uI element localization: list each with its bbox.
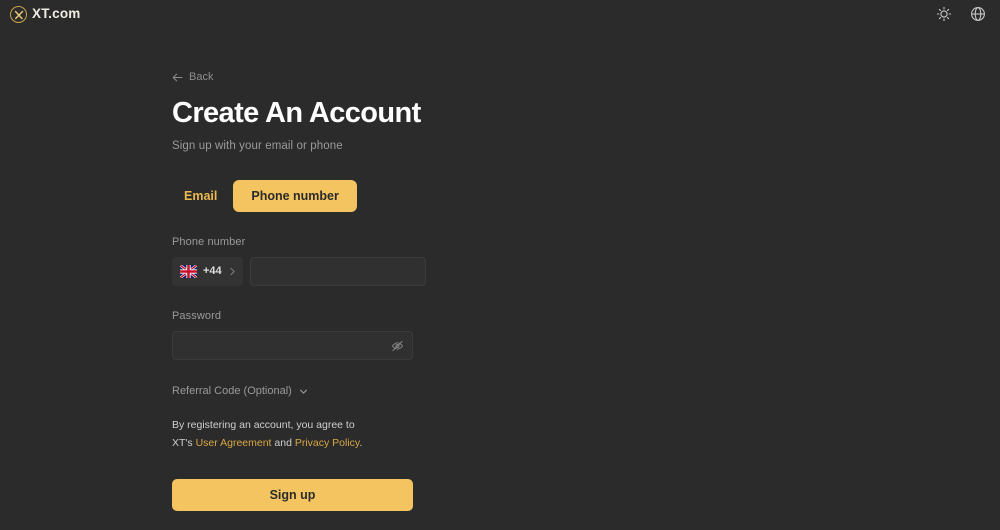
phone-number-row: +44 [172,257,426,287]
terms-suffix: . [359,436,363,449]
referral-code-toggle[interactable]: Referral Code (Optional) [172,385,308,397]
signup-page: Back Create An Account Sign up with your… [0,28,1000,530]
tab-email[interactable]: Email [172,180,229,212]
password-label: Password [172,310,222,323]
brand-logo[interactable]: XT.com [10,5,81,23]
privacy-policy-link[interactable]: Privacy Policy [295,437,360,449]
arrow-left-icon [172,72,183,83]
back-label: Back [189,71,214,83]
signup-form: Back Create An Account Sign up with your… [172,72,426,530]
tab-phone-number[interactable]: Phone number [233,180,357,213]
sign-up-button[interactable]: Sign up [172,479,413,512]
page-title: Create An Account [172,97,421,129]
phone-number-input[interactable] [249,257,426,287]
top-bar-actions [936,6,986,22]
united-kingdom-flag-icon [180,265,197,279]
tab-email-label: Email [184,189,218,204]
eye-off-icon[interactable] [391,339,404,352]
phone-number-label: Phone number [172,236,246,249]
user-agreement-link[interactable]: User Agreement [196,437,272,449]
xt-circle-logo-icon [10,5,27,23]
signup-method-tabs: Email Phone number [172,180,413,213]
password-input[interactable] [172,331,413,361]
chevron-right-icon [228,267,237,276]
country-code-selector[interactable]: +44 [172,257,243,287]
password-input-wrapper [172,331,413,361]
theme-toggle-icon[interactable] [936,6,952,22]
brand-name: XT.com [32,5,81,21]
terms-middle: and [271,436,295,449]
terms-agreement-text: By registering an account, you agree to … [172,417,377,452]
language-icon[interactable] [970,6,986,22]
chevron-down-icon [299,387,308,396]
back-link[interactable]: Back [172,72,413,83]
top-bar: XT.com [0,0,1000,28]
dial-code-value: +44 [203,265,222,278]
page-subtitle: Sign up with your email or phone [172,140,343,153]
phone-number-field: Phone number +44 [172,236,426,287]
password-field: Password [172,310,413,361]
referral-code-label: Referral Code (Optional) [172,385,292,398]
tab-phone-number-label: Phone number [251,189,339,204]
